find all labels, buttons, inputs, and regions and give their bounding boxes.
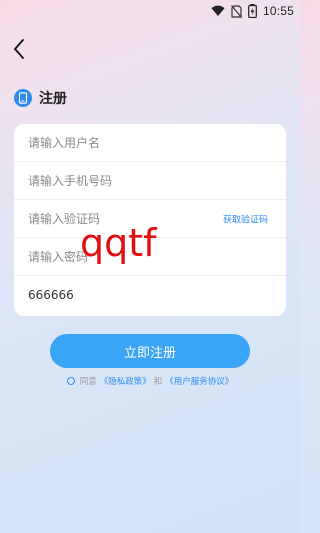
register-form: 获取验证码 bbox=[14, 124, 286, 316]
page-title: 注册 bbox=[39, 91, 67, 107]
agree-prefix: 同意 bbox=[79, 377, 97, 387]
username-input[interactable] bbox=[28, 135, 272, 150]
phone-icon bbox=[14, 89, 32, 107]
phone-row bbox=[14, 162, 286, 200]
wifi-icon bbox=[211, 5, 225, 17]
agreement-row: 同意 《隐私政策》 和 《用户服务协议》 bbox=[0, 374, 300, 388]
password-input[interactable] bbox=[28, 249, 272, 264]
battery-charging-icon bbox=[248, 4, 257, 18]
service-agreement-link[interactable]: 《用户服务协议》 bbox=[165, 375, 233, 387]
privacy-policy-link[interactable]: 《隐私政策》 bbox=[100, 375, 151, 387]
code-row: 获取验证码 bbox=[14, 200, 286, 238]
agree-checkbox[interactable] bbox=[66, 377, 75, 385]
username-row bbox=[14, 124, 286, 162]
agree-and: 和 bbox=[153, 377, 163, 387]
get-code-button[interactable]: 获取验证码 bbox=[223, 212, 268, 225]
page-title-row: 注册 bbox=[14, 88, 67, 108]
password-row bbox=[14, 238, 286, 276]
verification-code-input[interactable] bbox=[28, 211, 208, 226]
phone-input[interactable] bbox=[28, 173, 272, 188]
confirm-password-input[interactable] bbox=[28, 288, 272, 302]
sim-off-icon bbox=[231, 4, 242, 18]
register-button[interactable]: 立即注册 bbox=[50, 334, 250, 368]
back-button[interactable] bbox=[8, 38, 30, 60]
status-bar: 10:55 bbox=[0, 0, 300, 22]
status-time: 10:55 bbox=[262, 4, 294, 18]
confirm-row bbox=[14, 276, 286, 314]
chevron-left-icon bbox=[14, 39, 24, 59]
